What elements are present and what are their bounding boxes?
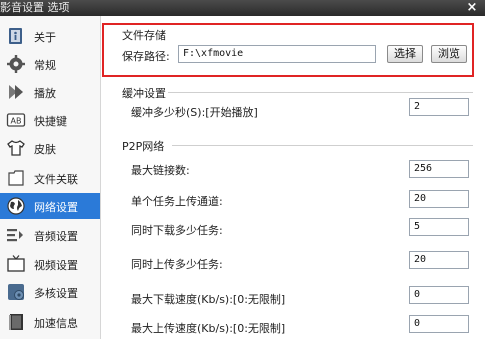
upload-channels-label: 单个任务上传通道:	[131, 195, 223, 208]
tv-icon	[7, 255, 25, 272]
divider	[172, 145, 473, 146]
audio-icon	[7, 229, 23, 242]
sidebar-item-shortcuts[interactable]: AB 快捷键	[0, 107, 100, 133]
book-icon	[9, 314, 23, 330]
concurrent-downloads-input[interactable]: 5	[409, 218, 469, 236]
sidebar-item-about[interactable]: 关于	[0, 23, 100, 49]
svg-text:AB: AB	[11, 117, 22, 126]
sidebar-item-label: 快捷键	[34, 115, 67, 128]
globe-icon	[7, 197, 25, 215]
save-path-input[interactable]: F:\xfmovie	[178, 45, 376, 63]
buffer-seconds-input[interactable]: 2	[409, 98, 469, 116]
info-book-icon	[9, 28, 22, 44]
window-title: 影音设置 选项	[0, 1, 70, 14]
buffer-section-title: 缓冲设置	[122, 87, 166, 100]
sidebar-item-file-association[interactable]: 文件关联	[0, 165, 100, 191]
max-connections-label: 最大链接数:	[131, 164, 190, 177]
play-arrows-icon	[9, 85, 23, 99]
max-upload-speed-label: 最大上传速度(Kb/s):[0:无限制]	[131, 322, 286, 335]
sidebar-item-playback[interactable]: 播放	[0, 79, 100, 105]
cpu-icon	[8, 284, 24, 300]
sidebar-item-label: 加速信息	[34, 317, 78, 330]
sidebar-item-audio[interactable]: 音频设置	[0, 222, 100, 248]
sidebar-item-label: 文件关联	[34, 173, 78, 186]
sidebar-item-video[interactable]: 视频设置	[0, 251, 100, 277]
concurrent-downloads-label: 同时下载多少任务:	[131, 224, 223, 237]
sidebar-item-multicore[interactable]: 多核设置	[0, 279, 100, 305]
close-icon[interactable]: ×	[465, 0, 479, 16]
p2p-section-title: P2P网络	[122, 140, 165, 153]
sidebar-item-label: 常规	[34, 59, 56, 72]
select-button[interactable]: 选择	[387, 45, 423, 63]
browse-button[interactable]: 浏览	[431, 45, 467, 63]
sidebar-item-label: 播放	[34, 87, 56, 100]
sidebar-item-network[interactable]: 网络设置	[0, 193, 100, 219]
gear-icon	[7, 55, 25, 73]
sidebar-item-label: 视频设置	[34, 259, 78, 272]
max-download-speed-label: 最大下载速度(Kb/s):[0:无限制]	[131, 293, 286, 306]
keyboard-ab-icon: AB	[6, 113, 26, 127]
sidebar-item-acceleration[interactable]: 加速信息	[0, 309, 100, 335]
sidebar-item-label: 多核设置	[34, 287, 78, 300]
sidebar-item-label: 网络设置	[34, 201, 78, 214]
divider	[168, 92, 473, 93]
max-connections-input[interactable]: 256	[409, 160, 469, 178]
tshirt-icon	[7, 140, 25, 156]
sidebar-item-label: 关于	[34, 31, 56, 44]
buffer-seconds-label: 缓冲多少秒(S):[开始播放]	[131, 106, 258, 119]
file-storage-title: 文件存储	[122, 29, 166, 42]
sidebar-item-skin[interactable]: 皮肤	[0, 135, 100, 161]
sidebar-item-label: 皮肤	[34, 143, 56, 156]
max-upload-speed-input[interactable]: 0	[409, 315, 469, 333]
sidebar-item-label: 音频设置	[34, 230, 78, 243]
concurrent-uploads-label: 同时上传多少任务:	[131, 258, 223, 271]
file-icon	[8, 170, 24, 186]
max-download-speed-input[interactable]: 0	[409, 286, 469, 304]
title-bar: 影音设置 选项 ×	[0, 0, 485, 16]
concurrent-uploads-input[interactable]: 20	[409, 251, 469, 269]
upload-channels-input[interactable]: 20	[409, 190, 469, 208]
sidebar-item-general[interactable]: 常规	[0, 51, 100, 77]
sidebar: 关于 常规 播放 AB 快捷键 皮肤 文件关联 网络设置 音频设置 视频设置 多…	[0, 16, 101, 339]
save-path-label: 保存路径:	[122, 50, 170, 63]
